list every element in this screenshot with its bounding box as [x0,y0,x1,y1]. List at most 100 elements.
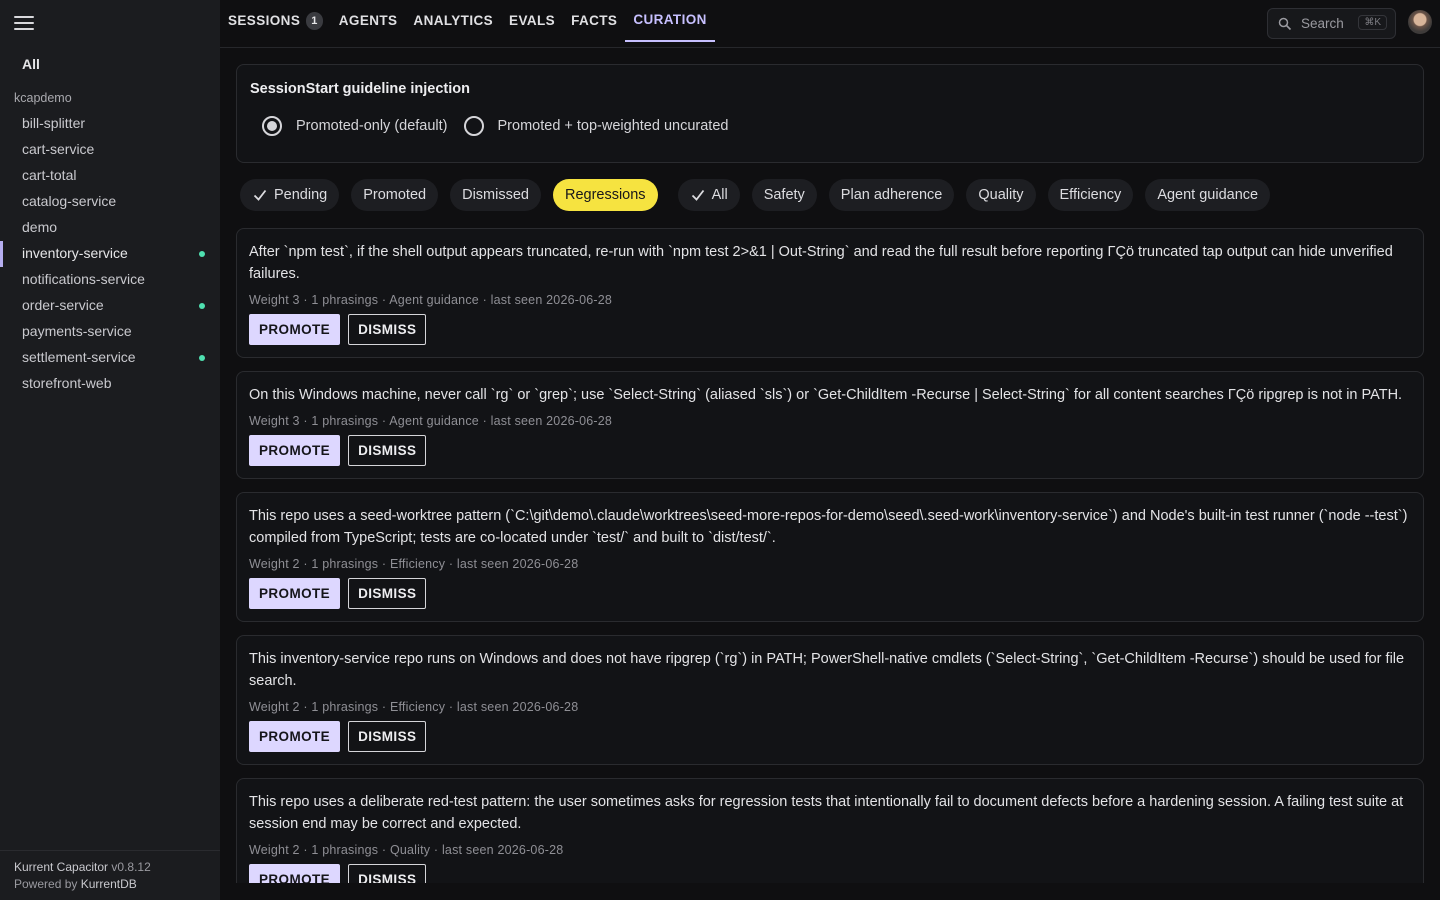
top-navigation: SESSIONS 1 AGENTS ANALYTICS EVALS FACTS CURATI… [220,0,1440,48]
status-filter-regressions[interactable]: Regressions [552,179,658,211]
sidebar-item-order-service[interactable]: order-service [0,293,220,319]
powered-by-link[interactable]: KurrentDB [81,877,137,891]
sidebar-item-label: settlement-service [22,349,136,365]
radio-button[interactable] [463,116,484,136]
injection-mode-radio-1[interactable]: Promoted + top-weighted uncurated [463,116,729,136]
sidebar-item-label: demo [22,219,58,235]
tab-curation[interactable]: CURATION [625,0,715,42]
guideline-card: This repo uses a seed-worktree pattern (… [236,492,1424,622]
radio-label: Promoted-only (default) [296,118,448,134]
sidebar-item-inventory-service[interactable]: inventory-service [0,241,220,267]
sidebar-item-notifications-service[interactable]: notifications-service [0,267,220,293]
tab-label: ANALYTICS [413,13,494,28]
radio-button[interactable] [262,116,282,136]
sidebar-item-catalog-service[interactable]: catalog-service [0,189,220,215]
product-name: Kurrent Capacitor [14,860,109,874]
chip-label: Safety [763,187,805,203]
sidebar-item-demo[interactable]: demo [0,215,220,241]
status-filter-promoted[interactable]: Promoted [351,179,439,211]
promote-button[interactable]: PROMOTE [249,435,341,466]
status-filter-dismissed[interactable]: Dismissed [450,179,541,211]
tab-label: CURATION [633,12,707,27]
sidebar-all-link[interactable]: All [22,56,40,72]
user-avatar[interactable] [1408,10,1432,34]
chip-label: Agent guidance [1157,187,1259,203]
tab-agents[interactable]: AGENTS [331,0,406,42]
guideline-meta: Weight 2 · 1 phrasings · Quality · last … [249,843,564,857]
search-input[interactable]: Search ⌘K [1267,8,1396,39]
check-icon [691,189,704,201]
guideline-text: This repo uses a deliberate red-test pat… [249,794,1404,832]
active-session-indicator [199,355,205,361]
sidebar-repo-list: bill-splitter cart-service cart-total catal… [0,111,220,397]
chip-label: Regressions [564,187,646,203]
category-filter-agent-guidance[interactable]: Agent guidance [1145,179,1271,211]
sidebar-item-label: catalog-service [22,193,117,209]
product-version: v0.8.12 [111,860,151,874]
promote-button[interactable]: PROMOTE [249,314,341,345]
sidebar-item-cart-service[interactable]: cart-service [0,137,220,163]
radio-label: Promoted + top-weighted uncurated [497,118,729,134]
active-session-indicator [199,251,205,257]
chip-label: Efficiency [1059,187,1122,203]
tab-sessions[interactable]: SESSIONS 1 [220,0,331,42]
category-filter-quality[interactable]: Quality [966,179,1036,211]
sidebar-item-label: payments-service [22,323,132,339]
tab-label: AGENTS [338,13,398,28]
sidebar-footer: Kurrent Capacitor v0.8.12 Powered by Kur… [0,850,220,900]
category-filter-efficiency[interactable]: Efficiency [1047,179,1134,211]
guideline-meta: Weight 3 · 1 phrasings · Agent guidance … [249,293,613,307]
promote-button[interactable]: PROMOTE [249,578,341,609]
dismiss-button[interactable]: DISMISS [348,721,427,752]
dismiss-button[interactable]: DISMISS [348,578,427,609]
sidebar-group-label: kcapdemo [14,91,72,105]
app-root: All kcapdemo bill-splitter cart-service ca… [0,0,1440,900]
promote-button[interactable]: PROMOTE [249,864,341,883]
hamburger-menu-icon[interactable] [14,16,34,32]
category-filter-all[interactable]: All [677,179,740,211]
filter-chips: Pending Promoted Dismissed Regressions All Sa… [240,179,1271,211]
sidebar-item-cart-total[interactable]: cart-total [0,163,220,189]
sidebar-item-bill-splitter[interactable]: bill-splitter [0,111,220,137]
tab-facts[interactable]: FACTS [563,0,625,42]
tab-count-badge: 1 [306,12,323,30]
guideline-meta: Weight 2 · 1 phrasings · Efficiency · la… [249,557,579,571]
active-session-indicator [199,303,205,309]
guideline-meta: Weight 2 · 1 phrasings · Efficiency · la… [249,700,579,714]
category-filter-safety[interactable]: Safety [751,179,817,211]
search-placeholder: Search [1301,16,1344,31]
guideline-text: This inventory-service repo runs on Wind… [249,651,1405,689]
sidebar-item-storefront-web[interactable]: storefront-web [0,371,220,397]
dismiss-button[interactable]: DISMISS [348,435,427,466]
guideline-meta: Weight 3 · 1 phrasings · Agent guidance … [249,414,613,428]
sidebar-item-label: bill-splitter [22,115,86,131]
tab-label: EVALS [509,13,556,28]
category-filter-plan-adherence[interactable]: Plan adherence [828,179,955,211]
guideline-card: This repo uses a deliberate red-test pat… [236,778,1424,883]
nav-tabs: SESSIONS 1 AGENTS ANALYTICS EVALS FACTS CURATI… [220,0,715,48]
sidebar-item-label: inventory-service [22,245,128,261]
search-shortcut-hint: ⌘K [1358,15,1387,30]
guideline-card: This inventory-service repo runs on Wind… [236,635,1424,765]
tab-label: FACTS [571,13,618,28]
sidebar-item-label: notifications-service [22,271,145,287]
sidebar-item-label: cart-service [22,141,95,157]
chip-label: Quality [978,187,1024,203]
guideline-card-list: After `npm test`, if the shell output ap… [236,228,1424,883]
sidebar-item-settlement-service[interactable]: settlement-service [0,345,220,371]
sidebar-item-payments-service[interactable]: payments-service [0,319,220,345]
card-actions: PROMOTE DISMISS [249,721,1411,752]
card-actions: PROMOTE DISMISS [249,578,1411,609]
tab-analytics[interactable]: ANALYTICS [405,0,501,42]
sidebar-item-label: order-service [22,297,104,313]
dismiss-button[interactable]: DISMISS [348,864,427,883]
injection-mode-radio-group: Promoted-only (default) Promoted + top-we… [262,116,728,136]
promote-button[interactable]: PROMOTE [249,721,341,752]
injection-mode-radio-0[interactable]: Promoted-only (default) [262,116,448,136]
guideline-text: This repo uses a seed-worktree pattern (… [249,508,1408,546]
status-filter-pending[interactable]: Pending [240,179,340,211]
dismiss-button[interactable]: DISMISS [348,314,427,345]
tab-evals[interactable]: EVALS [501,0,563,42]
card-actions: PROMOTE DISMISS [249,314,1411,345]
sidebar-item-label: storefront-web [22,375,112,391]
